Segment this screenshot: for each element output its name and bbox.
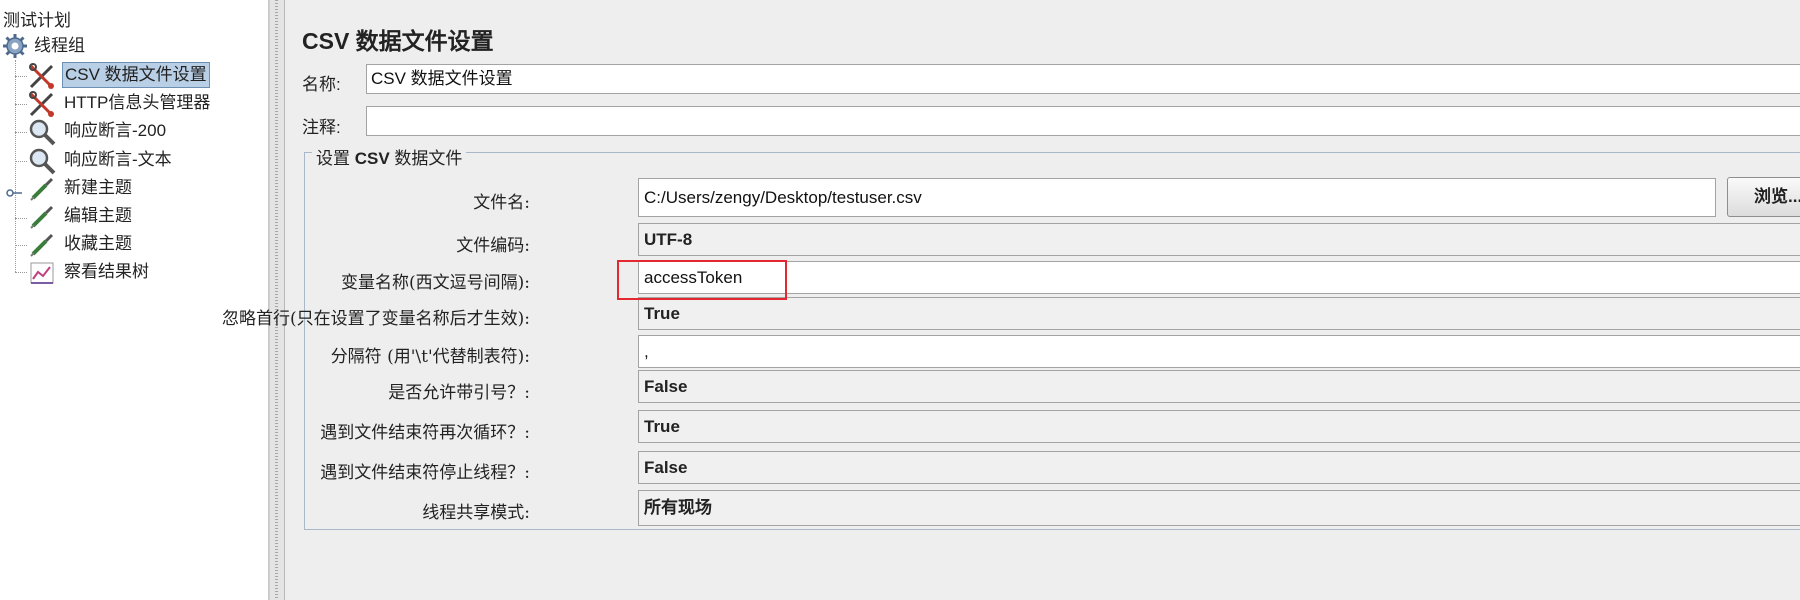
pipette-sampler-icon [28, 231, 56, 259]
delimiter-label: 分隔符 (用'\t'代替制表符): [330, 347, 530, 367]
tree-item-label: 新建主题 [64, 178, 132, 197]
allow-quoted-data-label: 是否允许带引号？: [388, 383, 530, 403]
sharing-mode-select[interactable]: 所有现场 [638, 490, 1800, 526]
filename-input[interactable]: C:/Users/zengy/Desktop/testuser.csv [638, 178, 1716, 217]
gear-icon [2, 33, 30, 61]
tree-item-label: 收藏主题 [64, 234, 132, 253]
ignore-first-line-select[interactable]: True [638, 297, 1800, 330]
config-panel: CSV 数据文件设置 名称: CSV 数据文件设置 注释: 设置 CSV 数据文… [222, 0, 1800, 600]
scissors-config-icon [28, 62, 56, 90]
variable-names-input[interactable]: accessToken [638, 261, 1800, 294]
test-plan-tree: 测试计划 线程组 CSV 数据文件设置 HTTP信息头管理器 响应断言-200 … [0, 0, 269, 600]
recycle-on-eof-select[interactable]: True [638, 410, 1800, 443]
tree-root-test-plan[interactable]: 测试计划 [3, 6, 71, 31]
ignore-first-line-label: 忽略首行(只在设置了变量名称后才生效): [222, 309, 530, 329]
comment-label: 注释: [302, 118, 341, 137]
tree-item-label: CSV 数据文件设置 [62, 62, 210, 88]
magnifier-assertion-icon [28, 118, 56, 146]
magnifier-assertion-icon [28, 147, 56, 175]
tree-item-label: 察看结果树 [64, 262, 149, 281]
sharing-mode-label: 线程共享模式: [422, 503, 530, 523]
variable-names-label: 变量名称(西文逗号间隔): [341, 273, 530, 293]
csv-settings-legend: 设置 CSV 数据文件 [312, 149, 467, 169]
delimiter-input[interactable]: , [638, 335, 1800, 368]
pipette-sampler-icon [28, 175, 56, 203]
name-input[interactable]: CSV 数据文件设置 [366, 64, 1800, 94]
browse-button[interactable]: 浏览... [1727, 177, 1800, 217]
name-label: 名称: [302, 75, 341, 94]
panel-splitter[interactable] [269, 0, 285, 600]
filename-label: 文件名: [473, 193, 530, 213]
expand-handle-icon[interactable] [6, 183, 22, 197]
pipette-sampler-icon [28, 203, 56, 231]
recycle-on-eof-label: 遇到文件结束符再次循环？: [320, 423, 530, 443]
allow-quoted-data-select[interactable]: False [638, 370, 1800, 403]
chart-listener-icon [28, 259, 56, 287]
file-encoding-select[interactable]: UTF-8 [638, 223, 1800, 256]
scissors-config-icon [28, 90, 56, 118]
comment-input[interactable] [366, 106, 1800, 136]
tree-node-label: 线程组 [34, 36, 85, 55]
tree-item-label: HTTP信息头管理器 [64, 93, 211, 112]
page-title: CSV 数据文件设置 [302, 28, 494, 54]
tree-item-label: 响应断言-文本 [64, 150, 172, 169]
stop-thread-on-eof-label: 遇到文件结束符停止线程？: [320, 463, 530, 483]
file-encoding-label: 文件编码: [456, 236, 530, 256]
stop-thread-on-eof-select[interactable]: False [638, 451, 1800, 484]
tree-item-label: 编辑主题 [64, 206, 132, 225]
tree-item-label: 响应断言-200 [64, 121, 167, 140]
